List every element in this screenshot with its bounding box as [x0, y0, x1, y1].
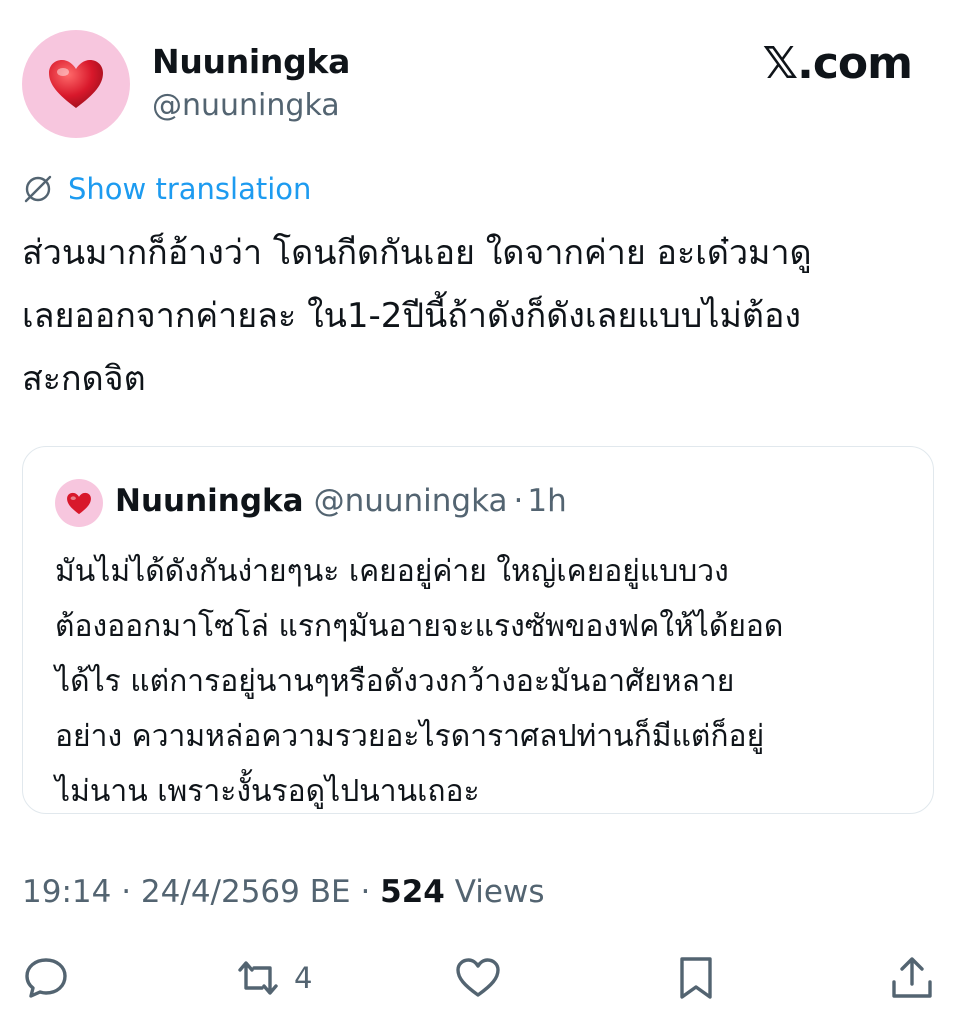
quoted-tweet[interactable]: Nuuningka @nuuningka · 1h มันไม่ได้ดังกันง่…	[22, 446, 934, 814]
quoted-author-name[interactable]: Nuuningka	[115, 483, 304, 519]
tweet-date[interactable]: 24/4/2569 BE	[141, 874, 351, 910]
quoted-separator: ·	[513, 483, 524, 519]
quoted-author-avatar[interactable]	[55, 479, 103, 527]
bookmark-button[interactable]	[672, 950, 720, 1006]
meta-separator: ·	[360, 874, 371, 910]
tweet-text: ส่วนมากก็อ้างว่า โดนกีดกันเอย ใดจากค่าย …	[22, 233, 812, 399]
show-translation-row[interactable]: Show translation	[22, 172, 311, 206]
reply-button[interactable]	[22, 950, 70, 1006]
like-button[interactable]	[454, 950, 502, 1006]
globe-icon	[24, 175, 52, 203]
repost-icon	[238, 961, 278, 995]
reply-icon	[25, 958, 67, 998]
like-icon	[456, 958, 500, 997]
heart-icon	[49, 60, 103, 108]
author-display-name[interactable]: Nuuningka	[152, 42, 350, 81]
heart-icon	[67, 492, 91, 514]
x-brand-logo: 𝕏.com	[762, 38, 913, 89]
quoted-tweet-text: มันไม่ได้ดังกันง่ายๆนะ เคยอยู่ค่าย ใหญ่เ…	[55, 554, 784, 809]
quoted-tweet-header: Nuuningka @nuuningka · 1h	[115, 483, 567, 519]
quoted-time[interactable]: 1h	[527, 483, 566, 519]
repost-count: 4	[294, 961, 313, 995]
author-handle[interactable]: @nuuningka	[152, 88, 340, 123]
quoted-author-handle[interactable]: @nuuningka	[314, 483, 508, 519]
bookmark-icon	[680, 957, 712, 999]
views-count: 524	[380, 874, 445, 910]
share-icon	[892, 957, 932, 998]
share-button[interactable]	[888, 950, 936, 1006]
author-avatar[interactable]	[22, 30, 130, 138]
tweet-actions-bar: 4	[0, 950, 958, 1010]
show-translation-link[interactable]: Show translation	[68, 172, 311, 206]
meta-separator: ·	[121, 874, 132, 910]
repost-button[interactable]: 4	[234, 950, 312, 1006]
tweet-time[interactable]: 19:14	[22, 874, 111, 910]
views-label: Views	[454, 874, 545, 910]
tweet-meta: 19:14 · 24/4/2569 BE · 524 Views	[22, 874, 544, 910]
